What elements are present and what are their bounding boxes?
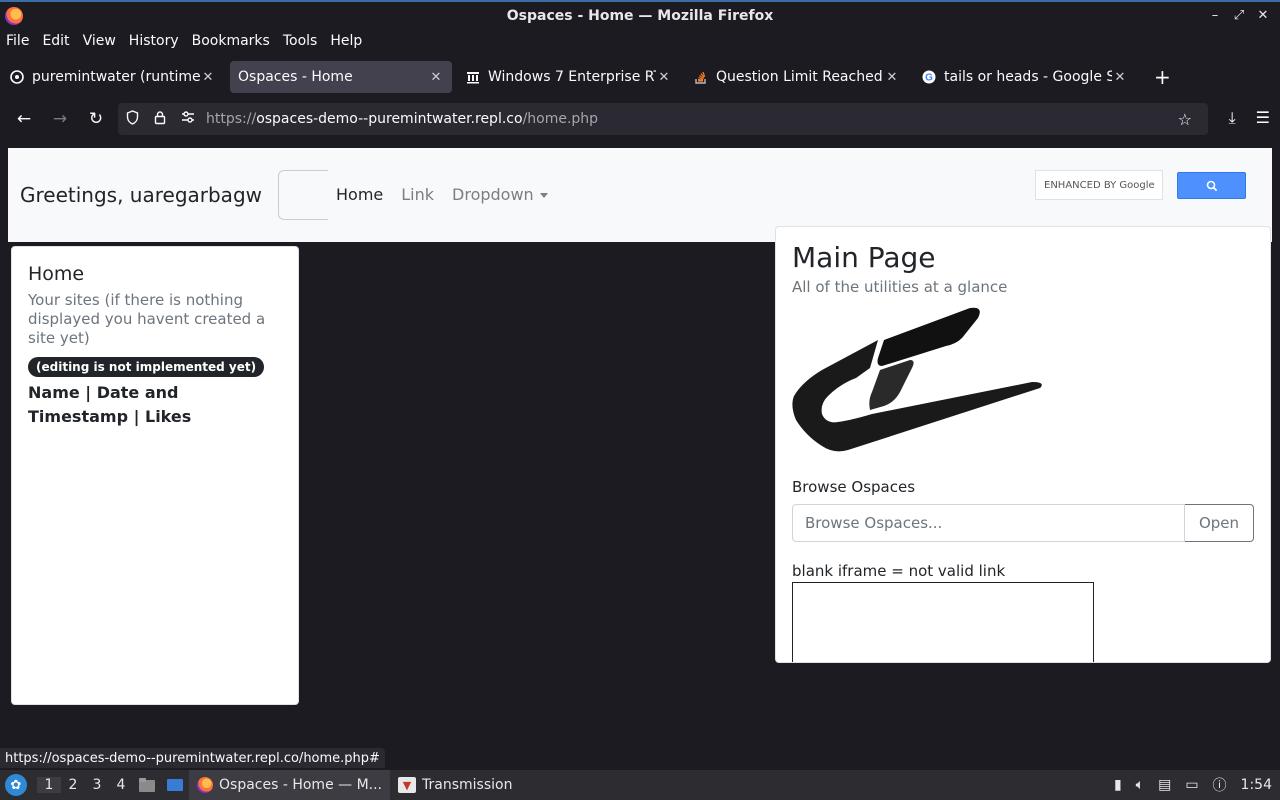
browse-input-group: Browse Ospaces... Open	[792, 504, 1254, 542]
svg-text:G: G	[925, 73, 933, 84]
main-page-card: Main Page All of the utilities at a glan…	[775, 226, 1271, 663]
url-text: https://ospaces-demo--puremintwater.repl…	[206, 111, 599, 127]
menu-bookmarks[interactable]: Bookmarks	[192, 33, 270, 49]
workspace-3[interactable]: 3	[85, 777, 109, 793]
stackoverflow-icon	[694, 70, 708, 84]
navigation-bar: ← → ↻ https://ospaces-demo--puremintwate…	[0, 100, 1280, 138]
home-card-title: Home	[28, 263, 85, 285]
firefox-icon	[5, 7, 23, 25]
system-tray: ▮ 🔈︎ ▤ ▭ ⓘ 1:54	[1114, 770, 1272, 800]
search-button[interactable]	[1177, 172, 1246, 199]
menu-help[interactable]: Help	[330, 33, 362, 49]
navbar-toggler[interactable]	[278, 170, 328, 220]
page-viewport: Greetings, uaregarbagw Home Link Dropdow…	[8, 148, 1272, 760]
nav-dropdown[interactable]: Dropdown	[452, 185, 548, 204]
close-tab-icon[interactable]: ✕	[200, 70, 216, 85]
download-icon[interactable]: ⤓	[1229, 108, 1236, 128]
menu-file[interactable]: File	[6, 33, 29, 49]
close-tab-icon[interactable]: ✕	[656, 70, 672, 85]
link-status-bar: https://ospaces-demo--puremintwater.repl…	[0, 748, 385, 768]
workspace-1[interactable]: 1	[37, 777, 61, 793]
close-icon[interactable]: ✕	[1254, 8, 1272, 23]
hamburger-menu-icon[interactable]: ☰	[1256, 108, 1270, 128]
window-title: Ospaces - Home — Mozilla Firefox	[506, 8, 774, 24]
battery-icon[interactable]: ▮	[1114, 777, 1122, 793]
tab-ospaces-home[interactable]: Ospaces - Home ✕	[230, 61, 452, 93]
preview-iframe[interactable]	[792, 582, 1094, 662]
reload-icon[interactable]: ↻	[78, 109, 114, 129]
taskbar-firefox[interactable]: Ospaces - Home — M...	[189, 770, 391, 800]
url-bar[interactable]: https://ospaces-demo--puremintwater.repl…	[118, 103, 1208, 135]
volume-icon[interactable]: 🔈︎	[1136, 777, 1144, 793]
transmission-icon: ▼	[398, 777, 417, 793]
main-page-title: Main Page	[792, 241, 936, 274]
nav-link[interactable]: Link	[401, 185, 434, 204]
open-button[interactable]: Open	[1185, 504, 1254, 542]
browse-ospaces-input[interactable]: Browse Ospaces...	[792, 504, 1185, 542]
archive-icon	[466, 70, 480, 84]
tab-windows7[interactable]: Windows 7 Enterprise RTM ✕	[458, 61, 680, 93]
browse-label: Browse Ospaces	[792, 478, 916, 496]
replit-icon	[10, 70, 24, 84]
firefox-icon	[197, 777, 213, 793]
back-icon[interactable]: ←	[6, 109, 42, 129]
shield-icon[interactable]	[118, 109, 146, 129]
menu-edit[interactable]: Edit	[42, 33, 69, 49]
menu-tools[interactable]: Tools	[283, 33, 318, 49]
google-search-box: ENHANCED BY Google	[1020, 158, 1272, 218]
clipboard-icon[interactable]: ▤	[1158, 777, 1171, 793]
permissions-icon[interactable]	[174, 111, 202, 127]
site-brand[interactable]: Greetings, uaregarbagw	[20, 183, 262, 207]
notification-icon[interactable]: ⓘ	[1213, 775, 1227, 795]
taskbar: ✿ 1 2 3 4 Ospaces - Home — M... ▼ Transm…	[0, 770, 1280, 800]
tab-bar: puremintwater (runtime) ✕ Ospaces - Home…	[0, 58, 1280, 96]
bookmark-star-icon[interactable]: ☆	[1178, 110, 1192, 129]
new-tab-icon[interactable]: +	[1154, 65, 1171, 89]
google-icon: G	[922, 70, 936, 84]
desktop-icon[interactable]	[166, 777, 184, 793]
tab-question-limit[interactable]: Question Limit Reached ✕	[686, 61, 908, 93]
close-tab-icon[interactable]: ✕	[428, 70, 444, 85]
sites-columns-header: Name | Date and Timestamp | Likes	[28, 383, 192, 426]
maximize-icon[interactable]: ⤢	[1230, 8, 1248, 23]
home-sites-card: Home Your sites (if there is nothing dis…	[11, 246, 299, 705]
forward-icon[interactable]: →	[42, 109, 78, 129]
iframe-label: blank iframe = not valid link	[792, 562, 1006, 580]
nav-home-link[interactable]: Home	[336, 185, 383, 204]
menu-bar: File Edit View History Bookmarks Tools H…	[0, 30, 1280, 52]
minimize-icon[interactable]: –	[1206, 8, 1224, 23]
menu-history[interactable]: History	[129, 33, 179, 49]
start-menu-icon[interactable]: ✿	[5, 774, 27, 796]
lock-icon[interactable]	[146, 110, 174, 129]
main-page-subtitle: All of the utilities at a glance	[792, 278, 1008, 296]
tab-google-search[interactable]: G tails or heads - Google Search ✕	[914, 61, 1136, 93]
close-tab-icon[interactable]: ✕	[884, 70, 900, 85]
search-input[interactable]: ENHANCED BY Google	[1035, 170, 1163, 200]
workspace-2[interactable]: 2	[61, 777, 85, 793]
clock[interactable]: 1:54	[1241, 777, 1272, 793]
tab-puremintwater[interactable]: puremintwater (runtime) ✕	[2, 61, 224, 93]
file-manager-icon[interactable]	[138, 777, 156, 793]
search-icon	[1206, 180, 1217, 191]
home-card-subtitle: Your sites (if there is nothing displaye…	[28, 291, 266, 347]
menu-view[interactable]: View	[83, 33, 116, 49]
editing-badge: (editing is not implemented yet)	[28, 357, 265, 377]
close-tab-icon[interactable]: ✕	[1112, 70, 1128, 85]
workspace-4[interactable]: 4	[109, 777, 133, 793]
caret-down-icon	[539, 193, 548, 198]
network-icon[interactable]: ▭	[1185, 777, 1198, 793]
window-titlebar: Ospaces - Home — Mozilla Firefox – ⤢ ✕	[0, 0, 1280, 30]
ospaces-logo-icon	[792, 307, 1042, 452]
taskbar-transmission[interactable]: ▼ Transmission	[390, 770, 520, 800]
